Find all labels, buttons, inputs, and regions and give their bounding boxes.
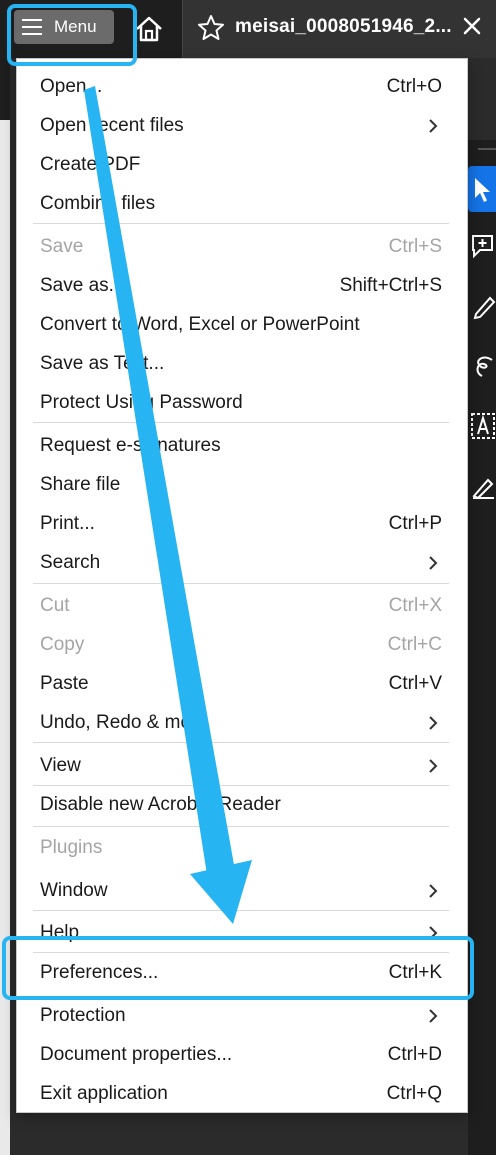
menu-item-label: Disable new Acrobat Reader	[40, 793, 281, 815]
star-icon[interactable]	[197, 14, 225, 42]
menu-item-share-file[interactable]: Share file	[17, 465, 467, 504]
chevron-right-icon	[429, 1008, 438, 1023]
menu-item-label: Document properties...	[40, 1043, 233, 1065]
menu-item-label: Create PDF	[40, 153, 141, 175]
menu-separator	[33, 583, 449, 584]
menu-item-search[interactable]: Search	[17, 543, 467, 582]
menu-item-shortcut: Ctrl+O	[386, 75, 442, 97]
menu-item-plugins: Plugins	[17, 828, 467, 867]
chevron-right-icon	[429, 883, 438, 898]
menu-item-combine-files[interactable]: Combine files	[17, 184, 467, 223]
menu-item-save: Save Ctrl+S	[17, 227, 467, 266]
menu-item-disable-new-acrobat-reader[interactable]: Disable new Acrobat Reader	[17, 785, 467, 824]
menu-item-label: Undo, Redo & more	[40, 711, 208, 733]
menu-separator	[33, 422, 449, 423]
menu-item-shortcut: Ctrl+S	[388, 235, 442, 257]
menu-item-shortcut: Ctrl+Q	[386, 1082, 442, 1104]
menu-item-shortcut: Ctrl+V	[388, 672, 442, 694]
menu-item-label: Convert to Word, Excel or PowerPoint	[40, 313, 360, 335]
text-box-icon[interactable]	[470, 412, 496, 440]
menu-item-shortcut: Ctrl+P	[388, 512, 442, 534]
menu-item-create-pdf[interactable]: Create PDF	[17, 145, 467, 184]
menu-item-protect-using-password[interactable]: Protect Using Password	[17, 383, 467, 422]
menu-item-label: Protect Using Password	[40, 391, 243, 413]
tab-title: meisai_0008051946_2...	[235, 16, 452, 37]
menu-item-request-e-signatures[interactable]: Request e-signatures	[17, 426, 467, 465]
add-comment-icon[interactable]	[470, 232, 496, 260]
menu-item-view[interactable]: View	[17, 746, 467, 785]
menu-item-label: Print...	[40, 512, 95, 534]
close-tab-icon[interactable]	[462, 16, 482, 36]
menu-item-label: Combine files	[40, 192, 156, 214]
menu-item-label: Save as Text...	[40, 352, 165, 374]
menu-item-shortcut: Ctrl+C	[387, 633, 442, 655]
menu-item-shortcut: Shift+Ctrl+S	[339, 274, 442, 296]
menu-separator	[33, 826, 449, 827]
menu-item-label: Open...	[40, 75, 103, 97]
rail-divider	[478, 148, 496, 150]
home-icon[interactable]	[132, 12, 166, 46]
menu-item-convert-to-word-excel-or-powerpoint[interactable]: Convert to Word, Excel or PowerPoint	[17, 305, 467, 344]
menu-item-label: Exit application	[40, 1082, 168, 1104]
menu-item-protection[interactable]: Protection	[17, 996, 467, 1035]
menu-item-label: Save	[40, 235, 84, 257]
chevron-right-icon	[429, 715, 438, 730]
menu-item-save-as-text[interactable]: Save as Text...	[17, 344, 467, 383]
menu-separator	[33, 742, 449, 743]
menu-item-label: Open recent files	[40, 114, 184, 136]
menu-item-save-as[interactable]: Save as... Shift+Ctrl+S	[17, 266, 467, 305]
cursor-icon	[475, 178, 490, 202]
menu-item-paste[interactable]: Paste Ctrl+V	[17, 664, 467, 703]
highlight-pen-icon[interactable]	[470, 292, 496, 320]
draw-freeform-icon[interactable]	[470, 352, 496, 380]
document-tab[interactable]: meisai_0008051946_2...	[182, 0, 496, 58]
menu-item-copy: Copy Ctrl+C	[17, 625, 467, 664]
chevron-right-icon	[429, 118, 438, 133]
menu-item-label: Share file	[40, 473, 121, 495]
menu-item-window[interactable]: Window	[17, 871, 467, 910]
menu-item-label: Plugins	[40, 836, 103, 858]
preferences-highlight	[2, 936, 474, 1000]
menu-item-open-recent-files[interactable]: Open recent files	[17, 106, 467, 145]
menu-item-label: Paste	[40, 672, 89, 694]
sign-icon[interactable]	[470, 472, 496, 500]
menu-item-label: Request e-signatures	[40, 434, 221, 456]
chevron-right-icon	[429, 555, 438, 570]
menu-item-document-properties[interactable]: Document properties... Ctrl+D	[17, 1035, 467, 1074]
menu-item-shortcut: Ctrl+D	[387, 1043, 442, 1065]
menu-item-label: Cut	[40, 594, 70, 616]
menu-item-label: Window	[40, 879, 108, 901]
menu-button-highlight	[7, 4, 137, 66]
menu-item-shortcut: Ctrl+X	[388, 594, 442, 616]
menu-item-label: View	[40, 754, 81, 776]
menu-item-open[interactable]: Open... Ctrl+O	[17, 67, 467, 106]
menu-item-cut: Cut Ctrl+X	[17, 586, 467, 625]
menu-separator	[33, 223, 449, 224]
menu-item-label: Protection	[40, 1004, 126, 1026]
menu-item-print[interactable]: Print... Ctrl+P	[17, 504, 467, 543]
menu-item-label: Save as...	[40, 274, 125, 296]
chevron-right-icon	[429, 758, 438, 773]
select-tool-button[interactable]	[468, 166, 496, 212]
menu-separator	[33, 910, 449, 911]
menu-item-exit-application[interactable]: Exit application Ctrl+Q	[17, 1074, 467, 1113]
menu-item-label: Copy	[40, 633, 85, 655]
menu-item-undo-redo-more[interactable]: Undo, Redo & more	[17, 703, 467, 742]
menu-item-label: Search	[40, 551, 101, 573]
menu-separator	[33, 785, 449, 786]
